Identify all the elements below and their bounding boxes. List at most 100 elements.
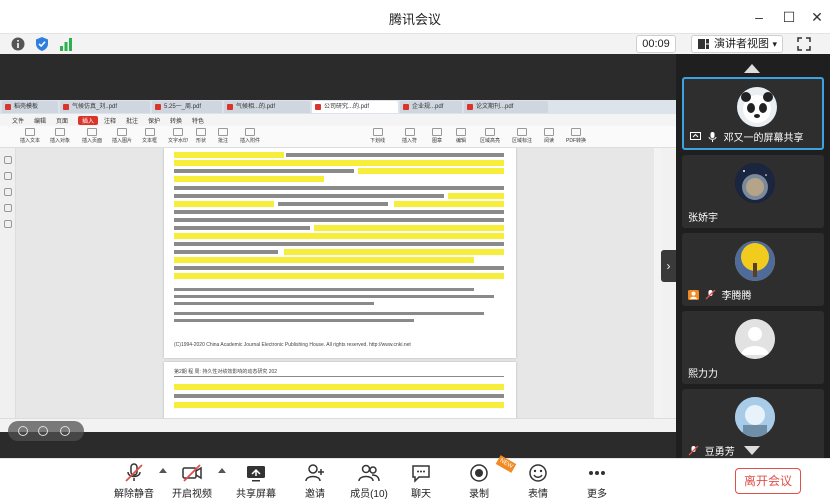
doc-tab[interactable]: 气候仿真_刘..pdf <box>60 101 150 113</box>
more-icon <box>589 471 605 475</box>
menu-item[interactable]: 页面 <box>56 116 68 125</box>
mic-muted-icon <box>705 290 716 300</box>
meeting-window: 腾讯会议 – ☐ ✕ 00:09 演讲者视图 ▾ 稻壳模板 气候仿真_刘..pd… <box>0 0 830 502</box>
comment-icon[interactable] <box>3 188 12 196</box>
members-icon <box>358 464 380 482</box>
document-tabs: 稻壳模板 气候仿真_刘..pdf 5.25一_周.pdf 气候相...的.pdf… <box>0 100 676 114</box>
emoji-button[interactable]: 表情 <box>510 463 566 501</box>
emoji-icon <box>529 464 547 482</box>
info-icon[interactable] <box>10 36 26 52</box>
participant-tile[interactable]: 邓又一的屏幕共享 <box>682 77 824 150</box>
record-icon <box>470 464 488 482</box>
annotation-controls <box>8 421 84 441</box>
participant-name-row: 张娇宇 <box>688 213 718 224</box>
leave-meeting-button[interactable]: 离开会议 <box>735 468 801 494</box>
signal-strength-icon[interactable] <box>58 36 74 52</box>
doc-vertical-scrollbar[interactable] <box>654 148 662 418</box>
screen-share-icon <box>690 132 701 140</box>
shared-document-window: 稻壳模板 气候仿真_刘..pdf 5.25一_周.pdf 气候相...的.pdf… <box>0 100 676 432</box>
attachment-icon[interactable] <box>3 204 12 212</box>
menu-item[interactable]: 批注 <box>126 116 138 125</box>
doc-tab-active[interactable]: 公司研究...的.pdf <box>312 101 398 113</box>
ribbon-button[interactable]: 插入对象 <box>50 128 70 144</box>
record-button[interactable]: 录制 <box>451 463 507 501</box>
maximize-icon[interactable]: ☐ <box>780 8 798 26</box>
ribbon-button[interactable]: 批注 <box>218 128 228 144</box>
more-button[interactable]: 更多 <box>569 463 625 501</box>
share-screen-icon <box>247 466 265 482</box>
ribbon-button[interactable]: 区域标注 <box>512 128 532 144</box>
doc-ribbon: 插入文本 插入对象 插入页面 插入图片 文本框 文字水印 形状 批注 插入附件 … <box>0 126 676 148</box>
ribbon-button[interactable]: 下划线 <box>370 128 385 144</box>
participant-name-row: 豆勇芳 <box>688 443 735 458</box>
fullscreen-icon[interactable] <box>796 36 812 52</box>
menu-item[interactable]: 文件 <box>12 116 24 125</box>
meeting-toolbar: 解除静音 开启视频 共享屏幕 邀请 成员(10) 聊天 录制 NEW 表情 更多… <box>0 455 830 502</box>
start-video-button[interactable]: 开启视频 <box>164 463 220 501</box>
menu-item[interactable]: 转换 <box>170 116 182 125</box>
menu-item[interactable]: 保护 <box>148 116 160 125</box>
scroll-up-icon[interactable] <box>744 64 760 73</box>
pen-icon[interactable] <box>38 426 48 436</box>
video-options-caret[interactable] <box>218 468 226 473</box>
close-icon[interactable]: ✕ <box>808 8 826 26</box>
security-shield-icon[interactable] <box>34 36 50 52</box>
minimize-icon[interactable]: – <box>750 8 768 26</box>
doc-tab[interactable]: 稻壳模板 <box>2 101 58 113</box>
ribbon-button[interactable]: 插入附件 <box>240 128 260 144</box>
participant-tile[interactable]: 李腾腾 <box>682 233 824 306</box>
ribbon-button[interactable]: 文字水印 <box>168 128 188 144</box>
chat-button[interactable]: 聊天 <box>393 463 449 501</box>
doc-tab[interactable]: 企业规...pdf <box>400 101 462 113</box>
doc-tab[interactable]: 5.25一_周.pdf <box>152 101 222 113</box>
ribbon-button[interactable]: 编辑 <box>456 128 466 144</box>
participant-list: 邓又一的屏幕共享 张娇宇 李腾腾 熙力力 豆勇芳 <box>676 54 830 462</box>
doc-tab[interactable]: 气候相...的.pdf <box>224 101 310 113</box>
ribbon-button[interactable]: 形状 <box>196 128 206 144</box>
ribbon-button[interactable]: 插入符 <box>402 128 417 144</box>
participant-tile[interactable]: 熙力力 <box>682 311 824 384</box>
ribbon-button[interactable]: 图章 <box>432 128 442 144</box>
ribbon-button[interactable]: 插入文本 <box>20 128 40 144</box>
default-avatar <box>735 319 775 359</box>
chat-icon <box>412 465 430 483</box>
ribbon-button[interactable]: 文本框 <box>142 128 157 144</box>
share-screen-button[interactable]: 共享屏幕 <box>228 463 284 501</box>
panda-avatar <box>737 87 777 127</box>
view-mode-dropdown[interactable]: 演讲者视图 ▾ <box>691 35 783 53</box>
ribbon-button[interactable]: 插入图片 <box>112 128 132 144</box>
participant-name-row: 邓又一的屏幕共享 <box>690 129 804 144</box>
participant-name-row: 李腾腾 <box>688 287 752 302</box>
thumbnail-icon[interactable] <box>3 172 12 180</box>
bookmark-icon[interactable] <box>3 156 12 164</box>
mic-muted-icon <box>688 446 699 456</box>
view-mode-label: 演讲者视图 <box>714 38 769 50</box>
menu-item[interactable]: 注释 <box>104 116 116 125</box>
page-header: 第2期 程 周: 持久性对绩效影响的动态研究 202 <box>174 369 278 375</box>
unmute-button[interactable]: 解除静音 <box>106 463 162 501</box>
window-title: 腾讯会议 <box>388 12 441 27</box>
search-icon[interactable] <box>3 220 12 228</box>
document-viewport[interactable]: (C)1994-2020 China Academic Journal Elec… <box>16 148 662 418</box>
doc-tab[interactable]: 论文期刊...pdf <box>464 101 548 113</box>
menu-item-insert[interactable]: 插入 <box>78 116 99 125</box>
menu-item[interactable]: 特色 <box>192 116 204 125</box>
ribbon-button[interactable]: 插入页面 <box>82 128 102 144</box>
invite-button[interactable]: 邀请 <box>287 463 343 501</box>
ribbon-button[interactable]: 阅读 <box>544 128 554 144</box>
ribbon-button[interactable]: 区域高亮 <box>480 128 500 144</box>
menu-item[interactable]: 编辑 <box>34 116 46 125</box>
doc-status-bar <box>0 418 676 432</box>
ribbon-button[interactable]: PDF转换 <box>566 128 586 144</box>
scroll-down-icon[interactable] <box>744 446 760 455</box>
tree-avatar <box>735 241 775 281</box>
settings-icon[interactable] <box>60 426 70 436</box>
camera-off-icon <box>182 464 202 482</box>
meeting-timer: 00:09 <box>636 35 676 53</box>
collapse-participants-button[interactable]: › <box>661 250 676 282</box>
annotate-icon[interactable] <box>18 426 28 436</box>
participant-tile[interactable]: 张娇宇 <box>682 155 824 228</box>
members-button[interactable]: 成员(10) <box>341 463 397 501</box>
chevron-down-icon: ▾ <box>772 39 777 49</box>
space-avatar <box>735 163 775 203</box>
